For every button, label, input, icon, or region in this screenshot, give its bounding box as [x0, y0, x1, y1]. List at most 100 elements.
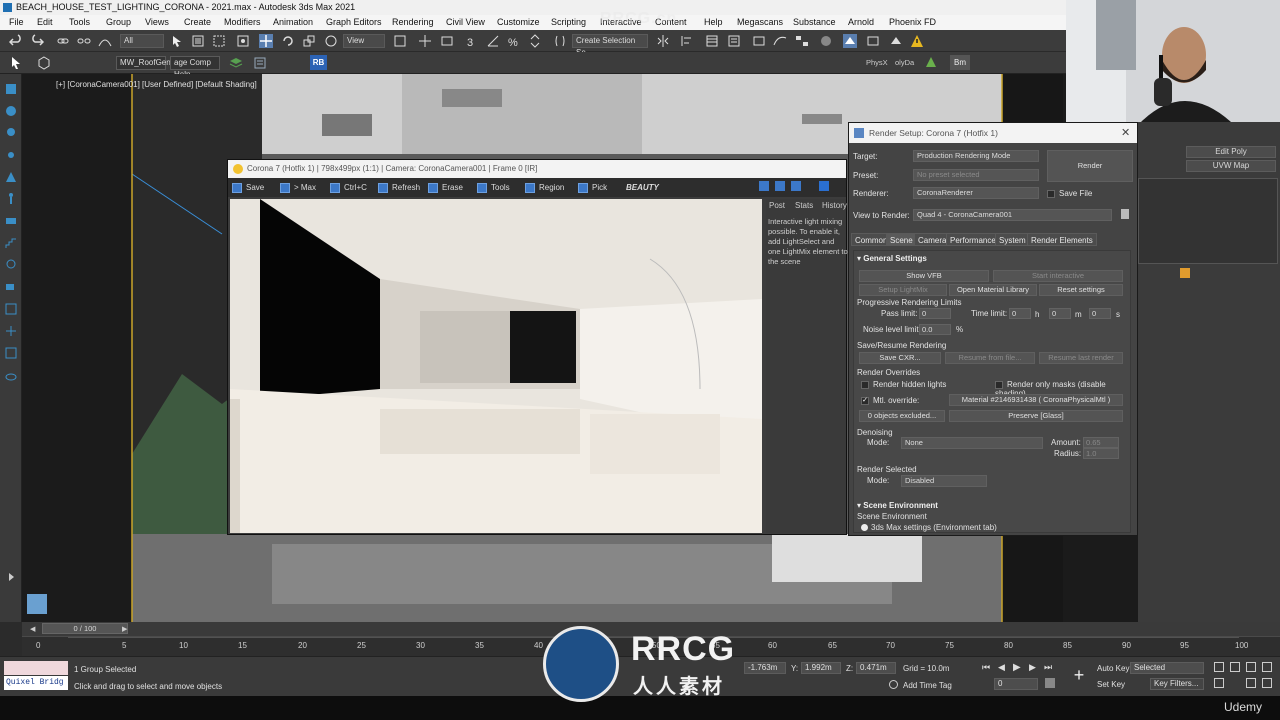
- select-object-icon[interactable]: [170, 34, 184, 48]
- stairs-tool-icon[interactable]: [4, 236, 18, 250]
- sun-tool-icon[interactable]: [4, 148, 18, 162]
- add-time-tag[interactable]: Add Time Tag: [903, 681, 952, 690]
- amount-spinner[interactable]: 0.65: [1083, 437, 1119, 448]
- viewport-tool-icon[interactable]: [4, 82, 18, 96]
- reset-settings-button[interactable]: Reset settings: [1039, 284, 1123, 296]
- y-coordinate-field[interactable]: 1.992m: [801, 662, 841, 674]
- general-settings-header[interactable]: ▾ General Settings: [857, 254, 927, 263]
- tab-scene[interactable]: Scene: [886, 233, 917, 246]
- denoise-mode-dropdown[interactable]: None: [901, 437, 1043, 449]
- frame-tool-icon[interactable]: [4, 302, 18, 316]
- menu-megascans[interactable]: Megascans: [737, 15, 783, 30]
- menu-customize[interactable]: Customize: [497, 15, 540, 30]
- rect-selection-icon[interactable]: [212, 34, 226, 48]
- rendered-frame-window-icon[interactable]: [866, 34, 880, 48]
- grid-snap-tool-icon[interactable]: [4, 346, 18, 360]
- time-tag-icon[interactable]: [889, 680, 898, 689]
- menu-group[interactable]: Group: [106, 15, 131, 30]
- vfb-channel-dropdown[interactable]: BEAUTY: [626, 181, 752, 194]
- select-by-name-icon[interactable]: [191, 34, 205, 48]
- time-hours-spinner[interactable]: 0: [1009, 308, 1031, 319]
- menu-tools[interactable]: Tools: [69, 15, 90, 30]
- mirror-icon[interactable]: [656, 34, 670, 48]
- uvw-map-button[interactable]: UVW Map: [1186, 160, 1276, 172]
- select-cursor-icon[interactable]: [9, 56, 23, 70]
- layer-explorer-icon[interactable]: [727, 34, 741, 48]
- light-tool-icon[interactable]: [4, 126, 18, 140]
- curve-editor-icon[interactable]: [773, 34, 787, 48]
- view-to-render-dropdown[interactable]: Quad 4 - CoronaCamera001: [913, 209, 1112, 221]
- link-icon[interactable]: [56, 34, 70, 48]
- vfb-render-image[interactable]: [230, 199, 762, 533]
- unlink-icon[interactable]: [77, 34, 91, 48]
- vfb-region-button[interactable]: Region: [525, 181, 564, 194]
- start-interactive-button[interactable]: Start interactive: [993, 270, 1123, 282]
- z-coordinate-field[interactable]: 0.471m: [856, 662, 896, 674]
- target-dropdown[interactable]: Production Rendering Mode: [913, 150, 1039, 162]
- render-hidden-lights-checkbox[interactable]: Render hidden lights: [861, 380, 946, 389]
- bulb-tool-icon[interactable]: [4, 258, 18, 272]
- time-slider-prev-icon[interactable]: ◀: [30, 625, 35, 633]
- current-frame-field[interactable]: 0: [994, 678, 1038, 690]
- select-and-scale-icon[interactable]: [302, 34, 316, 48]
- menu-civil-view[interactable]: Civil View: [446, 15, 485, 30]
- resume-from-file-button[interactable]: Resume from file...: [945, 352, 1035, 364]
- next-frame-icon[interactable]: ▶: [1029, 662, 1036, 673]
- percent-snap-icon[interactable]: %: [507, 34, 521, 48]
- camera-tool-icon[interactable]: [4, 280, 18, 294]
- time-slider-next-icon[interactable]: ▶: [122, 625, 127, 633]
- rb-button[interactable]: RB: [310, 55, 327, 70]
- material-editor-icon[interactable]: [819, 34, 833, 48]
- menu-scripting[interactable]: Scripting: [551, 15, 586, 30]
- menu-animation[interactable]: Animation: [273, 15, 313, 30]
- ruler-tool-icon[interactable]: [4, 214, 18, 228]
- pivot-center-icon[interactable]: [393, 34, 407, 48]
- time-minutes-spinner[interactable]: 0: [1049, 308, 1071, 319]
- set-key-plus-icon[interactable]: +: [1070, 666, 1088, 684]
- expand-arrow-icon[interactable]: [4, 570, 18, 584]
- auto-key-button[interactable]: Auto Key: [1097, 664, 1129, 673]
- menu-substance[interactable]: Substance: [793, 15, 836, 30]
- render-button[interactable]: Render: [1047, 150, 1133, 182]
- render-setup-icon[interactable]: [843, 34, 857, 48]
- maxscript-listener-top[interactable]: [4, 661, 68, 675]
- angle-snap-icon[interactable]: [486, 34, 500, 48]
- objects-excluded-button[interactable]: 0 objects excluded...: [859, 410, 945, 422]
- zoom-in-icon[interactable]: [759, 181, 769, 191]
- noise-limit-spinner[interactable]: 0.0: [919, 324, 951, 335]
- viewport-label[interactable]: [+] [CoronaCamera001] [User Defined] [De…: [56, 80, 257, 89]
- render-selected-mode-dropdown[interactable]: Disabled: [901, 475, 987, 487]
- menu-graph-editors[interactable]: Graph Editors: [326, 15, 382, 30]
- vfb-tab-stats[interactable]: Stats: [795, 201, 813, 210]
- manipulate-icon[interactable]: [418, 34, 432, 48]
- menu-help[interactable]: Help: [704, 15, 723, 30]
- select-and-place-icon[interactable]: [324, 34, 338, 48]
- vfb-pick-button[interactable]: Pick: [578, 181, 607, 194]
- go-to-end-icon[interactable]: ⏭: [1044, 662, 1052, 673]
- bm-button[interactable]: Bm: [950, 55, 970, 70]
- menu-phoenix-fd[interactable]: Phoenix FD: [889, 15, 936, 30]
- configure-icon[interactable]: [1180, 268, 1190, 278]
- warning-icon[interactable]: [910, 34, 924, 48]
- time-slider-thumb[interactable]: 0 / 100: [42, 623, 128, 634]
- create-tool-icon[interactable]: [4, 104, 18, 118]
- menu-file[interactable]: File: [9, 15, 24, 30]
- vfb-refresh-button[interactable]: Refresh: [378, 181, 420, 194]
- open-material-library-button[interactable]: Open Material Library: [949, 284, 1037, 296]
- env-3dsmax-radio[interactable]: 3ds Max settings (Environment tab): [861, 523, 997, 532]
- save-file-checkbox[interactable]: Save File: [1047, 189, 1092, 198]
- vfb-to-max-button[interactable]: > Max: [280, 181, 316, 194]
- render-production-icon[interactable]: [889, 34, 903, 48]
- walkthrough-icon[interactable]: [1246, 678, 1256, 688]
- spinner-snap-icon[interactable]: [528, 34, 542, 48]
- select-and-move-icon[interactable]: [259, 34, 273, 48]
- time-seconds-spinner[interactable]: 0: [1089, 308, 1111, 319]
- toggle-ribbon-icon[interactable]: [752, 34, 766, 48]
- maximize-viewport-icon[interactable]: [1262, 678, 1272, 688]
- layers-icon[interactable]: [229, 56, 243, 70]
- resume-last-render-button[interactable]: Resume last render: [1039, 352, 1123, 364]
- schematic-view-icon[interactable]: [795, 34, 809, 48]
- maxscript-listener-input[interactable]: Quixel Bridg: [4, 676, 68, 690]
- window-crossing-icon[interactable]: [236, 34, 250, 48]
- save-cxr-button[interactable]: Save CXR...: [859, 352, 941, 364]
